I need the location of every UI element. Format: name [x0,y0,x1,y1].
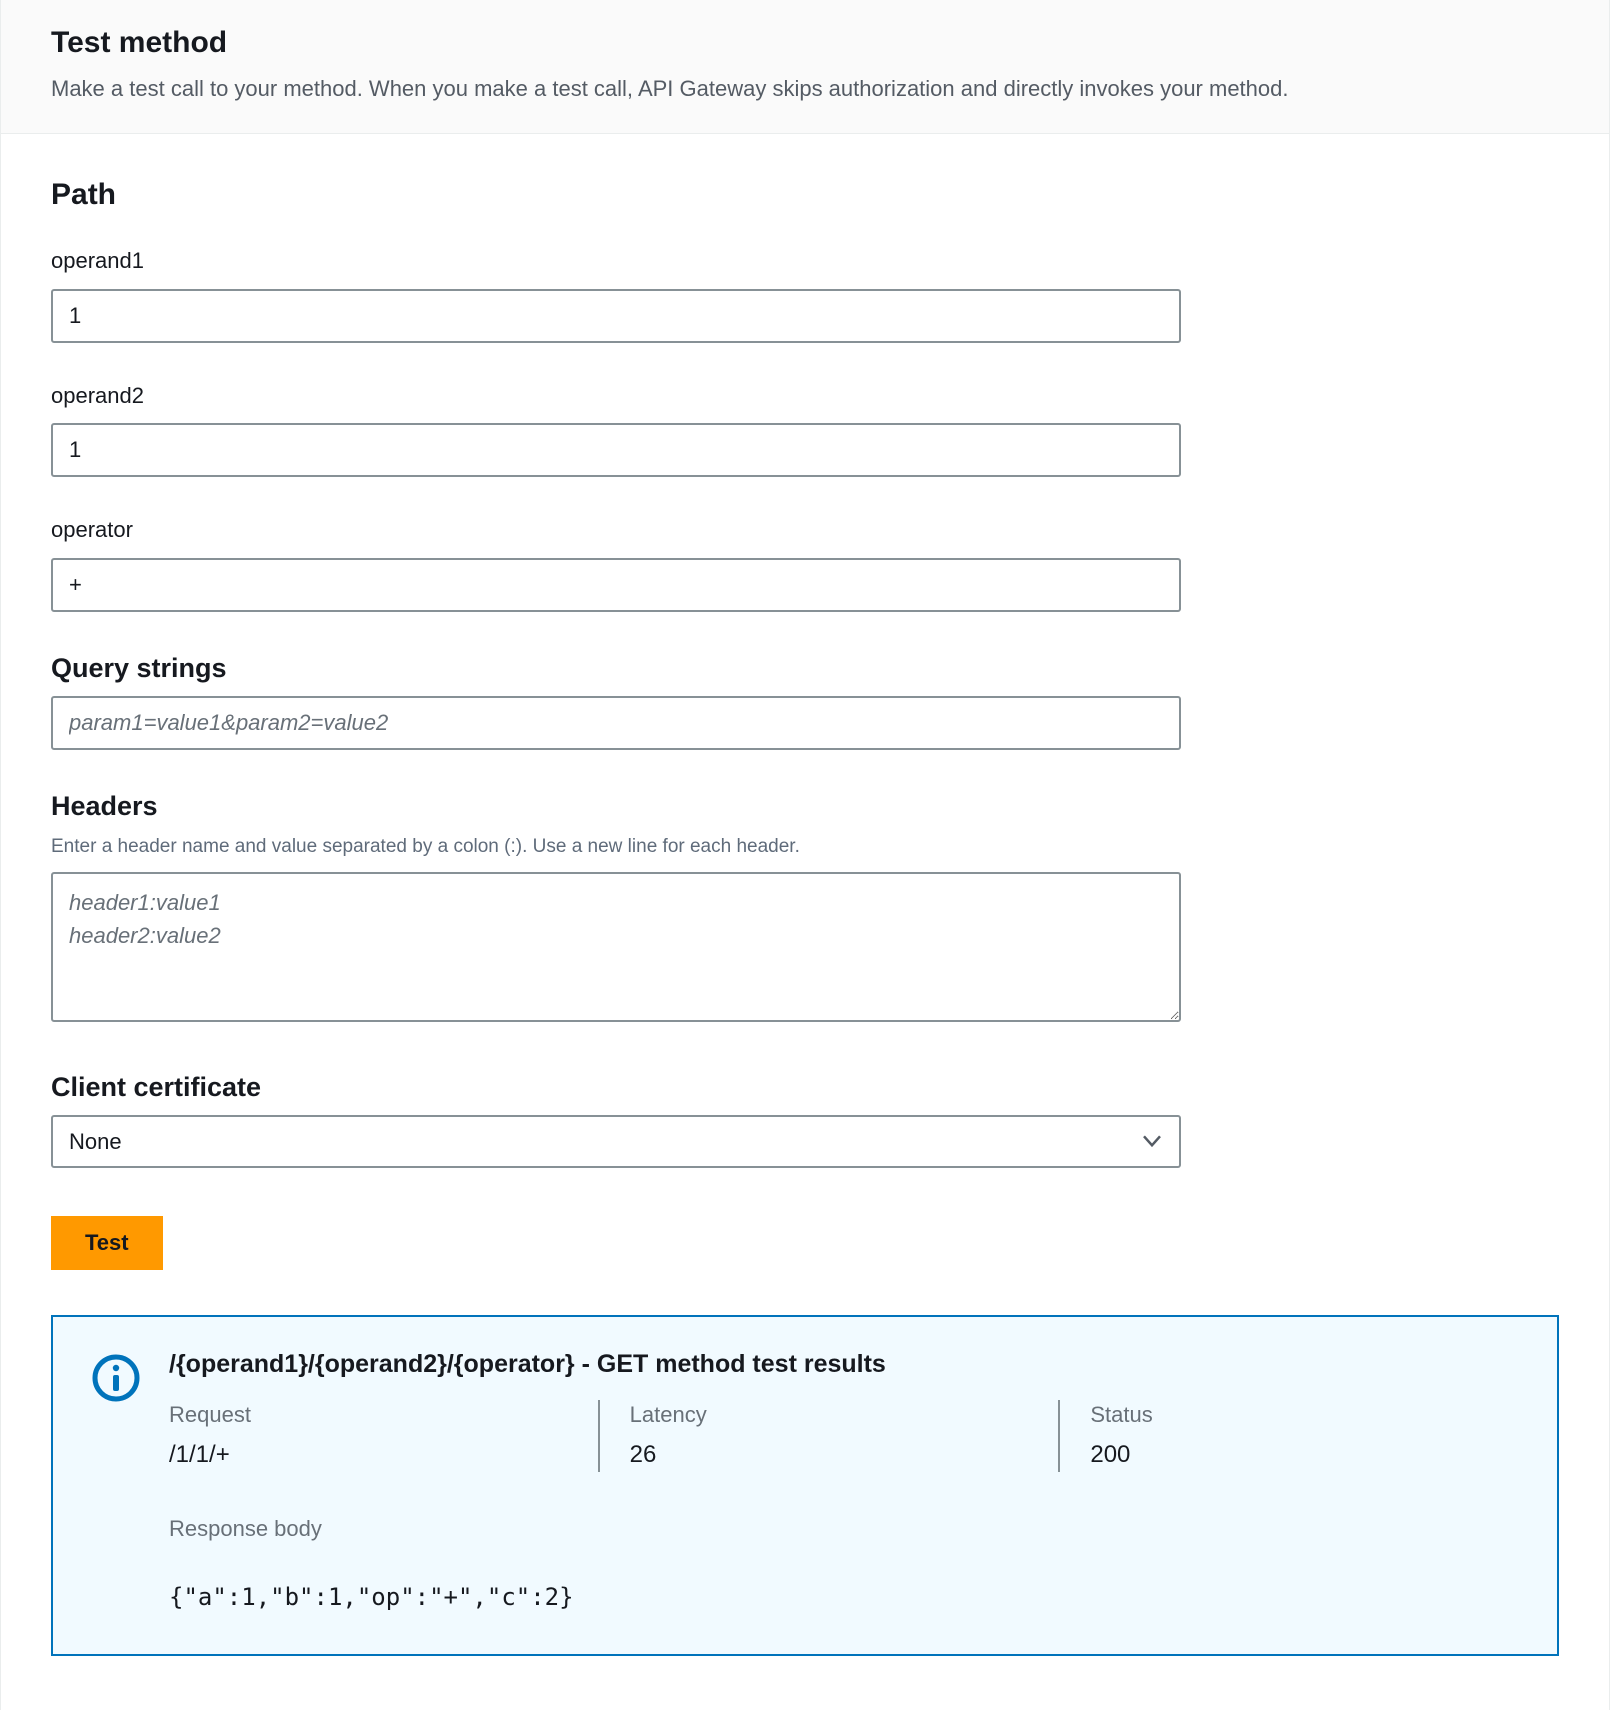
query-strings-field: Query strings [51,650,1559,750]
operand1-label: operand1 [51,246,1559,277]
latency-value: 26 [630,1438,1029,1472]
results-grid: Request /1/1/+ Latency 26 Status 200 [169,1400,1519,1472]
latency-label: Latency [630,1400,1029,1431]
client-certificate-select[interactable]: None [51,1115,1181,1168]
client-certificate-heading: Client certificate [51,1069,1559,1107]
query-strings-heading: Query strings [51,650,1559,688]
results-col-status: Status 200 [1058,1400,1519,1472]
client-certificate-field: Client certificate None [51,1069,1559,1168]
results-col-request: Request /1/1/+ [169,1400,598,1472]
status-label: Status [1090,1400,1489,1431]
path-field-operand1: operand1 [51,246,1559,343]
headers-heading: Headers [51,788,1559,826]
headers-hint: Enter a header name and value separated … [51,834,1559,861]
path-field-operator: operator [51,515,1559,612]
operator-input[interactable] [51,558,1181,612]
headers-input[interactable] [51,872,1181,1022]
response-body-label: Response body [169,1514,1519,1545]
page-description: Make a test call to your method. When yo… [51,74,1559,105]
operand1-input[interactable] [51,289,1181,343]
request-label: Request [169,1400,568,1431]
results-content: /{operand1}/{operand2}/{operator} - GET … [169,1347,1519,1615]
request-value: /1/1/+ [169,1438,568,1472]
query-strings-input[interactable] [51,696,1181,750]
operator-label: operator [51,515,1559,546]
test-results-box: /{operand1}/{operand2}/{operator} - GET … [51,1315,1559,1657]
client-certificate-select-wrap: None [51,1115,1181,1168]
page-container: Test method Make a test call to your met… [0,0,1610,1710]
info-icon [91,1353,141,1403]
results-col-latency: Latency 26 [598,1400,1059,1472]
results-title: /{operand1}/{operand2}/{operator} - GET … [169,1347,1519,1382]
response-body-value: {"a":1,"b":1,"op":"+","c":2} [169,1581,1519,1615]
header-section: Test method Make a test call to your met… [1,0,1609,134]
operand2-input[interactable] [51,423,1181,477]
path-field-operand2: operand2 [51,381,1559,478]
test-button[interactable]: Test [51,1216,163,1270]
path-heading: Path [51,174,1559,216]
status-value: 200 [1090,1438,1489,1472]
operand2-label: operand2 [51,381,1559,412]
page-title: Test method [51,22,1559,64]
headers-field: Headers Enter a header name and value se… [51,788,1559,1031]
body-section: Path operand1 operand2 operator Query st… [1,134,1609,1687]
